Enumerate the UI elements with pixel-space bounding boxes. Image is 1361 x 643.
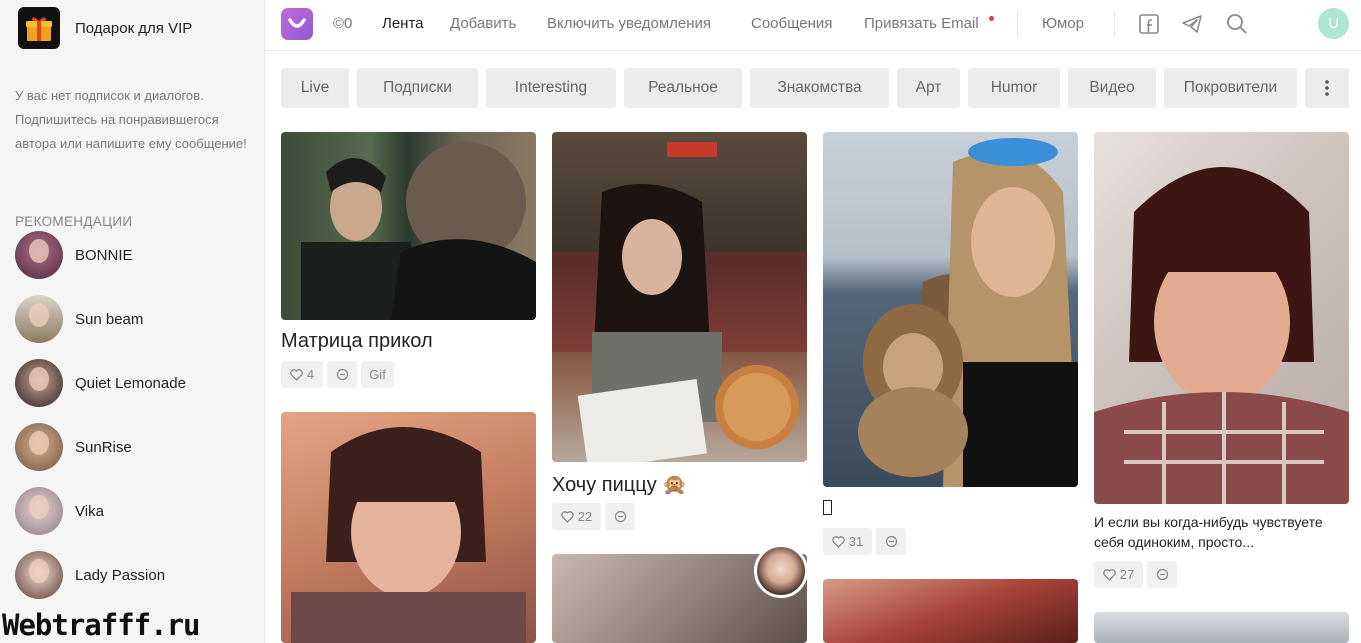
post-image[interactable] — [823, 132, 1078, 487]
sidebar: Подарок для VIP У вас нет подписок и диа… — [0, 0, 265, 643]
tab-live[interactable]: Live — [281, 68, 349, 108]
missing-glyph-icon — [823, 500, 832, 515]
heart-icon — [1102, 568, 1116, 581]
search-icon[interactable] — [1226, 13, 1248, 35]
like-count: 31 — [848, 534, 864, 549]
more-tabs-button[interactable] — [1305, 68, 1349, 108]
pizza-photo-image — [552, 142, 807, 462]
recommendation-name[interactable]: Sun beam — [75, 311, 143, 328]
recommendation-item[interactable]: Quiet Lemonade — [15, 351, 186, 415]
comment-button[interactable] — [327, 361, 357, 388]
telegram-icon[interactable] — [1181, 13, 1203, 35]
more-vertical-icon — [1325, 80, 1329, 96]
vip-gift-link[interactable]: Подарок для VIP — [18, 7, 192, 49]
post-title[interactable]: Хочу пиццу 🙊 — [552, 472, 687, 497]
recommendation-name[interactable]: Quiet Lemonade — [75, 375, 186, 392]
recommendation-name[interactable]: Vika — [75, 503, 104, 520]
comment-button[interactable] — [876, 528, 906, 555]
gif-tag[interactable]: Gif — [361, 361, 394, 388]
post-title[interactable]: И если вы когда-нибудь чувствуете себя о… — [1094, 512, 1349, 552]
like-button[interactable]: 22 — [552, 503, 601, 530]
recommendation-item[interactable]: Vika — [15, 479, 186, 543]
portrait-image — [291, 427, 526, 643]
post-title[interactable] — [823, 497, 832, 518]
site-logo[interactable] — [281, 8, 313, 40]
tab-interesting[interactable]: Interesting — [486, 68, 616, 108]
user-avatar[interactable]: U — [1318, 8, 1349, 39]
post-title[interactable]: Матрица прикол — [281, 330, 433, 353]
avatar[interactable] — [15, 295, 63, 343]
avatar[interactable] — [15, 551, 63, 599]
recommendation-name[interactable]: Lady Passion — [75, 567, 165, 584]
comment-button[interactable] — [605, 503, 635, 530]
tab-patrons[interactable]: Покровители — [1164, 68, 1297, 108]
heart-icon — [831, 535, 845, 548]
like-count: 4 — [306, 367, 315, 382]
nav-add[interactable]: Добавить — [450, 15, 516, 32]
tab-humor[interactable]: Humor — [968, 68, 1060, 108]
post-image[interactable] — [1094, 132, 1349, 504]
post-image[interactable] — [281, 412, 536, 643]
post-image[interactable] — [823, 579, 1078, 643]
author-avatar[interactable] — [754, 544, 808, 598]
recommendation-item[interactable]: Lady Passion — [15, 543, 186, 607]
comment-icon — [614, 510, 626, 523]
avatar[interactable] — [15, 487, 63, 535]
comment-icon — [336, 368, 348, 381]
recommendation-item[interactable]: BONNIE — [15, 223, 186, 287]
nav-enable-notifications[interactable]: Включить уведомления — [547, 15, 711, 32]
recommendation-name[interactable]: BONNIE — [75, 247, 133, 264]
facebook-icon[interactable] — [1138, 13, 1160, 35]
like-button[interactable]: 4 — [281, 361, 323, 388]
nav-divider — [1017, 12, 1018, 36]
dog-selfie-image — [858, 138, 1078, 487]
nav-messages[interactable]: Сообщения — [751, 15, 832, 32]
avatar[interactable] — [15, 231, 63, 279]
like-count: 27 — [1119, 567, 1135, 582]
gift-icon — [18, 7, 60, 49]
recommendation-item[interactable]: Sun beam — [15, 287, 186, 351]
nav-bind-email[interactable]: Привязать Email — [864, 15, 979, 32]
post-image[interactable] — [281, 132, 536, 320]
empty-subscriptions-text: У вас нет подписок и диалогов. Подпишите… — [15, 88, 247, 151]
coins-balance[interactable]: ©0 — [333, 15, 352, 32]
top-navigation: ©0 Лента Добавить Включить уведомления С… — [265, 0, 1361, 51]
like-button[interactable]: 31 — [823, 528, 872, 555]
tab-real[interactable]: Реальное — [624, 68, 742, 108]
nav-feed[interactable]: Лента — [382, 15, 424, 32]
vip-label: Подарок для VIP — [75, 19, 193, 37]
like-button[interactable]: 27 — [1094, 561, 1143, 588]
avatar[interactable] — [15, 423, 63, 471]
tab-video[interactable]: Видео — [1068, 68, 1156, 108]
portrait-image — [1094, 167, 1349, 504]
recommendation-item[interactable]: SunRise — [15, 415, 186, 479]
recommendations-list: BONNIE Sun beam Quiet Lemonade SunRise V… — [15, 231, 186, 631]
watermark: Webtrafff.ru — [2, 608, 201, 642]
comment-button[interactable] — [1147, 561, 1177, 588]
tab-subscriptions[interactable]: Подписки — [357, 68, 478, 108]
like-count: 22 — [577, 509, 593, 524]
heart-icon — [290, 368, 303, 381]
post-image[interactable] — [552, 132, 807, 462]
post-image[interactable] — [1094, 612, 1349, 643]
matrix-scene-image — [301, 142, 536, 320]
recommendation-name[interactable]: SunRise — [75, 439, 132, 456]
tab-dating[interactable]: Знакомства — [750, 68, 889, 108]
nav-humor[interactable]: Юмор — [1042, 15, 1084, 32]
heart-icon — [560, 510, 574, 523]
tab-art[interactable]: Арт — [897, 68, 960, 108]
avatar[interactable] — [15, 359, 63, 407]
comment-icon — [885, 535, 897, 548]
comment-icon — [1156, 568, 1168, 581]
notification-dot — [989, 16, 994, 21]
nav-divider — [1114, 12, 1115, 36]
